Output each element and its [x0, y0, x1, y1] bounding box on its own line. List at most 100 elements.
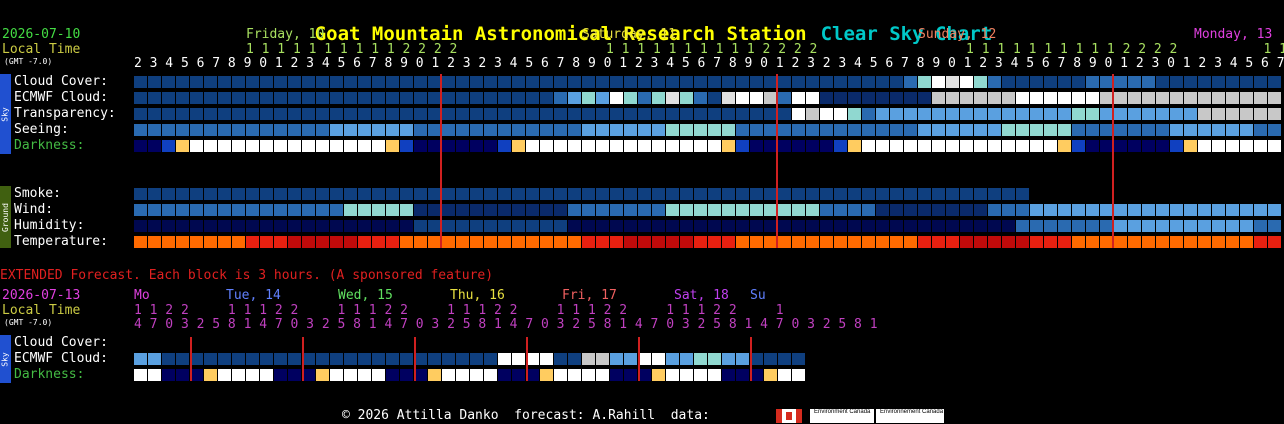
forecast-block[interactable]: [344, 220, 357, 232]
forecast-block[interactable]: [358, 369, 371, 381]
forecast-block[interactable]: [1058, 76, 1071, 88]
forecast-block[interactable]: [932, 236, 945, 248]
forecast-block[interactable]: [1030, 92, 1043, 104]
forecast-block[interactable]: [358, 220, 371, 232]
forecast-block[interactable]: [456, 188, 469, 200]
forecast-block[interactable]: [358, 140, 371, 152]
forecast-block[interactable]: [246, 76, 259, 88]
forecast-block[interactable]: [540, 92, 553, 104]
forecast-block[interactable]: [960, 92, 973, 104]
forecast-block[interactable]: [1212, 124, 1225, 136]
forecast-block[interactable]: [526, 188, 539, 200]
forecast-block[interactable]: [792, 124, 805, 136]
forecast-block[interactable]: [652, 140, 665, 152]
forecast-block[interactable]: [680, 220, 693, 232]
forecast-block[interactable]: [358, 124, 371, 136]
forecast-block[interactable]: [456, 353, 469, 365]
forecast-block[interactable]: [526, 92, 539, 104]
forecast-block[interactable]: [540, 353, 553, 365]
forecast-block[interactable]: [372, 369, 385, 381]
forecast-block[interactable]: [1268, 204, 1281, 216]
forecast-block[interactable]: [582, 188, 595, 200]
forecast-block[interactable]: [876, 108, 889, 120]
forecast-block[interactable]: [1002, 140, 1015, 152]
forecast-block[interactable]: [470, 204, 483, 216]
forecast-block[interactable]: [1002, 236, 1015, 248]
forecast-block[interactable]: [596, 188, 609, 200]
forecast-block[interactable]: [806, 236, 819, 248]
forecast-block[interactable]: [1128, 76, 1141, 88]
forecast-block[interactable]: [442, 92, 455, 104]
forecast-block[interactable]: [568, 204, 581, 216]
forecast-block[interactable]: [386, 188, 399, 200]
forecast-block[interactable]: [722, 236, 735, 248]
forecast-block[interactable]: [554, 337, 567, 349]
forecast-block[interactable]: [680, 236, 693, 248]
forecast-block[interactable]: [400, 236, 413, 248]
forecast-block[interactable]: [1030, 140, 1043, 152]
forecast-block[interactable]: [694, 140, 707, 152]
forecast-block[interactable]: [834, 236, 847, 248]
forecast-block[interactable]: [372, 124, 385, 136]
forecast-block[interactable]: [1240, 92, 1253, 104]
forecast-block[interactable]: [694, 369, 707, 381]
forecast-block[interactable]: [190, 220, 203, 232]
forecast-block[interactable]: [1156, 76, 1169, 88]
forecast-block[interactable]: [498, 76, 511, 88]
forecast-block[interactable]: [358, 108, 371, 120]
forecast-block[interactable]: [470, 76, 483, 88]
forecast-block[interactable]: [904, 124, 917, 136]
forecast-block[interactable]: [722, 353, 735, 365]
forecast-block[interactable]: [372, 204, 385, 216]
forecast-block[interactable]: [260, 92, 273, 104]
forecast-block[interactable]: [596, 369, 609, 381]
forecast-block[interactable]: [596, 92, 609, 104]
forecast-block[interactable]: [666, 108, 679, 120]
forecast-block[interactable]: [610, 353, 623, 365]
forecast-block[interactable]: [218, 337, 231, 349]
forecast-block[interactable]: [148, 220, 161, 232]
forecast-block[interactable]: [904, 108, 917, 120]
forecast-block[interactable]: [1128, 220, 1141, 232]
forecast-block[interactable]: [652, 204, 665, 216]
forecast-block[interactable]: [1198, 204, 1211, 216]
forecast-block[interactable]: [456, 124, 469, 136]
forecast-block[interactable]: [176, 204, 189, 216]
forecast-block[interactable]: [876, 236, 889, 248]
forecast-block[interactable]: [736, 337, 749, 349]
forecast-block[interactable]: [1268, 188, 1281, 200]
forecast-block[interactable]: [750, 76, 763, 88]
forecast-block[interactable]: [498, 369, 511, 381]
forecast-block[interactable]: [302, 220, 315, 232]
forecast-block[interactable]: [582, 140, 595, 152]
forecast-block[interactable]: [204, 188, 217, 200]
forecast-block[interactable]: [890, 188, 903, 200]
forecast-block[interactable]: [918, 204, 931, 216]
forecast-block[interactable]: [316, 353, 329, 365]
forecast-block[interactable]: [708, 124, 721, 136]
forecast-block[interactable]: [736, 124, 749, 136]
forecast-block[interactable]: [456, 337, 469, 349]
forecast-block[interactable]: [526, 204, 539, 216]
forecast-block[interactable]: [218, 220, 231, 232]
forecast-block[interactable]: [288, 188, 301, 200]
forecast-block[interactable]: [162, 220, 175, 232]
forecast-block[interactable]: [344, 76, 357, 88]
forecast-block[interactable]: [736, 108, 749, 120]
forecast-block[interactable]: [442, 204, 455, 216]
forecast-block[interactable]: [554, 140, 567, 152]
forecast-block[interactable]: [358, 92, 371, 104]
forecast-block[interactable]: [456, 204, 469, 216]
forecast-block[interactable]: [1184, 140, 1197, 152]
forecast-block[interactable]: [1058, 204, 1071, 216]
forecast-block[interactable]: [904, 204, 917, 216]
forecast-block[interactable]: [512, 124, 525, 136]
forecast-block[interactable]: [778, 220, 791, 232]
forecast-block[interactable]: [1114, 236, 1127, 248]
forecast-block[interactable]: [1156, 140, 1169, 152]
forecast-block[interactable]: [1198, 108, 1211, 120]
forecast-block[interactable]: [946, 92, 959, 104]
forecast-block[interactable]: [372, 236, 385, 248]
forecast-block[interactable]: [204, 236, 217, 248]
forecast-block[interactable]: [246, 220, 259, 232]
